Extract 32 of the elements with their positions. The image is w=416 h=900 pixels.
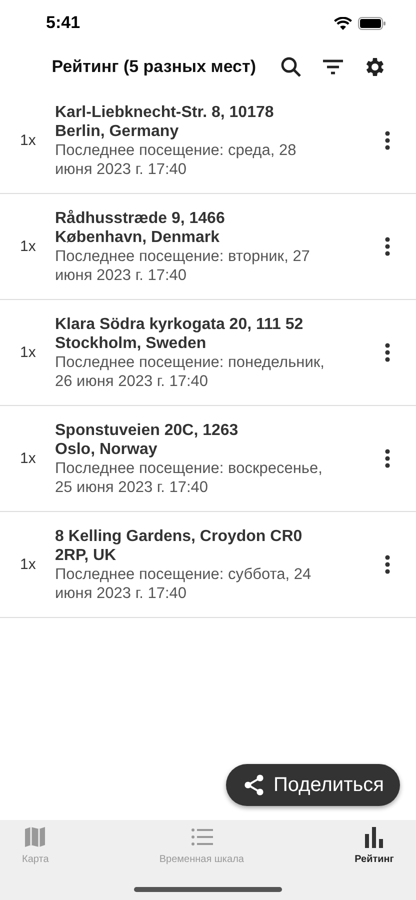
- last-visit: Последнее посещение: воскресенье, 25 июня 2023 г. 17:40: [55, 458, 324, 496]
- last-visit: Последнее посещение: суббота, 24 июня 2023 г. 17:40: [55, 564, 312, 602]
- battery-icon: [358, 16, 386, 30]
- more-icon: [385, 449, 390, 468]
- visit-count: 1x: [19, 450, 37, 467]
- map-icon: [24, 826, 46, 848]
- place-address: Rådhusstræde 9, 1466 København, Denmark: [55, 208, 226, 246]
- list-icon: [190, 826, 213, 848]
- visit-count: 1x: [19, 132, 37, 149]
- more-icon: [385, 131, 390, 150]
- more-icon: [385, 555, 390, 574]
- share-icon: [244, 774, 264, 796]
- place-address: Klara Södra kyrkogata 20, 111 52 Stockholm, Sweden: [55, 314, 304, 352]
- status-time: 5:41: [46, 13, 80, 33]
- share-button[interactable]: Поделиться: [226, 764, 400, 806]
- visit-count: 1x: [19, 238, 37, 255]
- tab[interactable]: Рейтинг: [346, 826, 402, 865]
- wifi-icon: [334, 16, 352, 30]
- last-visit: Последнее посещение: вторник, 27 июня 2023 г. 17:40: [55, 246, 311, 284]
- filter-icon: [322, 59, 344, 75]
- visit-count: 1x: [19, 556, 37, 573]
- more-icon: [385, 237, 390, 256]
- place-address: 8 Kelling Gardens, Croydon CR0 2RP, UK: [55, 526, 304, 564]
- bar-chart-icon: [363, 826, 386, 848]
- place-address: Karl-Liebknecht-Str. 8, 10178 Berlin, Germany: [55, 102, 275, 140]
- last-visit: Последнее посещение: понедельник, 26 июня 2023 г. 17:40: [55, 352, 326, 390]
- visit-count: 1x: [19, 344, 37, 361]
- last-visit: Последнее посещение: среда, 28 июня 2023 г. 17:40: [55, 140, 298, 178]
- screen-title: Рейтинг (5 разных мест): [52, 57, 256, 77]
- search-icon: [280, 56, 302, 78]
- place-address: Sponstuveien 20C, 1263 Oslo, Norway: [55, 420, 240, 458]
- more-icon: [385, 343, 390, 362]
